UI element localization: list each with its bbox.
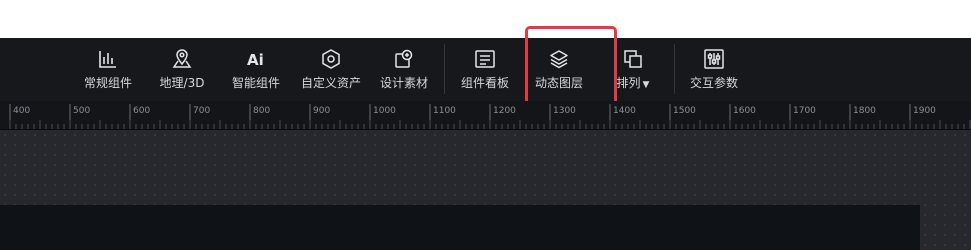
arrange-label: 排列	[616, 76, 641, 90]
hexagon-icon	[321, 48, 341, 70]
tool-custom-assets[interactable]: 自定义资产	[297, 38, 365, 101]
ruler-label: 500	[73, 106, 90, 116]
toolbar-divider	[444, 44, 445, 94]
tool-label: 地理/3D	[159, 76, 205, 90]
tool-smart-components[interactable]: Ai 智能组件	[228, 38, 284, 101]
tool-design-materials[interactable]: 设计素材	[377, 38, 431, 101]
tool-label: 组件看板	[460, 76, 509, 90]
ruler-label: 1300	[553, 106, 576, 116]
svg-text:Ai: Ai	[247, 51, 264, 69]
ruler-ticks: 400 500 600 700 800 900 1000 1100 1200 1300 1400 15…	[9, 104, 971, 129]
image-pin-icon	[393, 48, 415, 70]
ruler-label: 1900	[913, 106, 936, 116]
toolbar-divider	[674, 44, 675, 94]
ruler-label: 1400	[613, 106, 636, 116]
map-pin-icon	[171, 48, 193, 70]
toolbar: 常规组件 地理/3D Ai 智能组件 自定义资产 设计素材 组件看板 动态图层 …	[0, 38, 971, 129]
ruler-label: 400	[13, 106, 30, 116]
artboard[interactable]	[0, 205, 920, 250]
ruler-label: 1100	[433, 106, 456, 116]
tool-label: 智能组件	[231, 76, 280, 90]
ruler-label: 1500	[673, 106, 696, 116]
highlight-box	[525, 26, 617, 113]
chevron-down-icon[interactable]: ▼	[643, 80, 650, 90]
ruler-label: 700	[193, 106, 210, 116]
tool-label-with-dropdown: 排列 ▼	[617, 74, 650, 91]
tool-label: 自定义资产	[300, 76, 361, 90]
tool-geo-3d[interactable]: 地理/3D	[155, 38, 209, 101]
tool-label: 交互参数	[689, 76, 738, 90]
ruler-label: 1200	[493, 106, 516, 116]
arrange-icon	[622, 48, 644, 70]
ruler-label: 1800	[853, 106, 876, 116]
tool-label: 设计素材	[379, 76, 428, 90]
ai-icon: Ai	[245, 48, 267, 70]
ruler-label: 800	[253, 106, 270, 116]
sliders-icon	[703, 48, 725, 70]
bar-chart-icon	[98, 48, 118, 70]
tool-interaction-params[interactable]: 交互参数	[686, 38, 742, 101]
ruler-label: 900	[313, 106, 330, 116]
tool-label: 常规组件	[83, 76, 132, 90]
board-icon	[474, 48, 496, 70]
ruler-label: 1000	[373, 106, 396, 116]
tool-common-components[interactable]: 常规组件	[80, 38, 136, 101]
ruler-label: 1700	[793, 106, 816, 116]
horizontal-ruler[interactable]: 400 500 600 700 800 900 1000 1100 1200 1300 1400 15…	[0, 101, 971, 130]
top-bar	[0, 0, 971, 38]
tool-component-board[interactable]: 组件看板	[457, 38, 513, 101]
ruler-label: 1600	[733, 106, 756, 116]
ruler-label: 600	[133, 106, 150, 116]
tool-arrange[interactable]: 排列 ▼	[612, 38, 654, 101]
